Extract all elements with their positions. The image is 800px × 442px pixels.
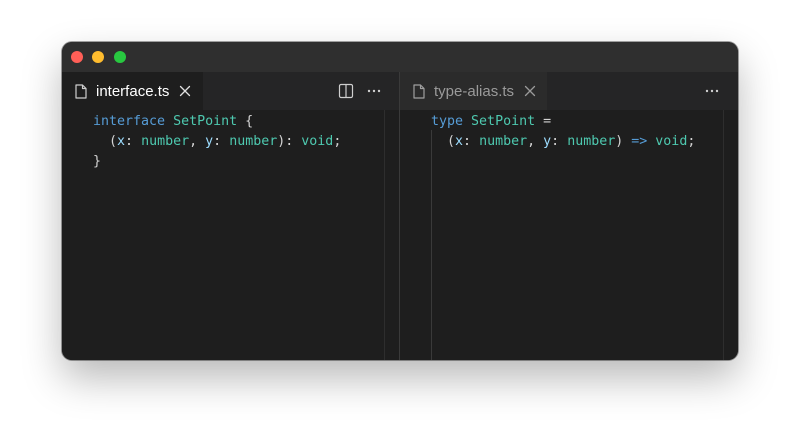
brace-token: { [245,114,254,129]
tab-type-alias-ts[interactable]: type-alias.ts [400,72,547,110]
tab-bar-left: interface.ts [62,72,399,110]
colon-token: : [213,134,222,149]
param-token: y [205,134,214,149]
title-bar [62,42,738,72]
colon-token: : [551,134,560,149]
keyword-token: interface [93,114,166,129]
code-editor-right[interactable]: type SetPoint = (x: number, y: number) =… [400,110,738,360]
scrollbar-track[interactable] [384,110,385,360]
return-type-token: void [655,134,688,149]
comma-token: , [527,134,536,149]
editor-window: interface.ts interface SetPoint { (x: nu… [62,42,738,360]
semicolon-token: ; [333,134,342,149]
type-token: number [479,134,528,149]
tab-interface-ts[interactable]: interface.ts [62,72,203,110]
semicolon-token: ; [687,134,696,149]
comma-token: , [189,134,198,149]
param-token: x [455,134,464,149]
paren-token: ) [615,134,624,149]
close-icon[interactable] [524,85,536,97]
code-line-3: } [93,152,101,172]
window-minimize-button[interactable] [92,51,104,63]
more-actions-icon[interactable] [704,83,720,99]
type-name-token: SetPoint [471,114,536,129]
close-icon[interactable] [179,85,191,97]
colon-token: : [463,134,472,149]
type-name-token: SetPoint [173,114,238,129]
colon-token: : [285,134,294,149]
equals-token: = [543,114,552,129]
editor-group-right: type-alias.ts type SetPoint = (x: number… [400,72,738,360]
brace-token: } [93,154,102,169]
type-token: number [141,134,190,149]
indent-guide [431,130,432,360]
paren-token: ( [447,134,456,149]
type-token: number [567,134,616,149]
file-icon [413,83,425,99]
param-token: y [543,134,552,149]
window-maximize-button[interactable] [114,51,126,63]
window-close-button[interactable] [71,51,83,63]
param-token: x [117,134,126,149]
scrollbar-track[interactable] [723,110,724,360]
code-line-1: type SetPoint = [431,112,551,132]
tab-bar-right: type-alias.ts [400,72,738,110]
code-line-2: (x: number, y: number): void; [109,132,341,152]
return-type-token: void [301,134,334,149]
keyword-token: type [431,114,464,129]
type-token: number [229,134,278,149]
more-actions-icon[interactable] [366,83,382,99]
code-line-2: (x: number, y: number) => void; [447,132,695,152]
file-icon [75,83,87,99]
arrow-token: => [631,134,648,149]
editor-group-left: interface.ts interface SetPoint { (x: nu… [62,72,399,360]
colon-token: : [125,134,134,149]
tab-label: type-alias.ts [434,82,515,100]
tab-label: interface.ts [96,82,170,100]
split-editor-icon[interactable] [338,83,354,99]
code-editor-left[interactable]: interface SetPoint { (x: number, y: numb… [62,110,399,360]
code-line-1: interface SetPoint { [93,112,253,132]
paren-token: ( [109,134,118,149]
